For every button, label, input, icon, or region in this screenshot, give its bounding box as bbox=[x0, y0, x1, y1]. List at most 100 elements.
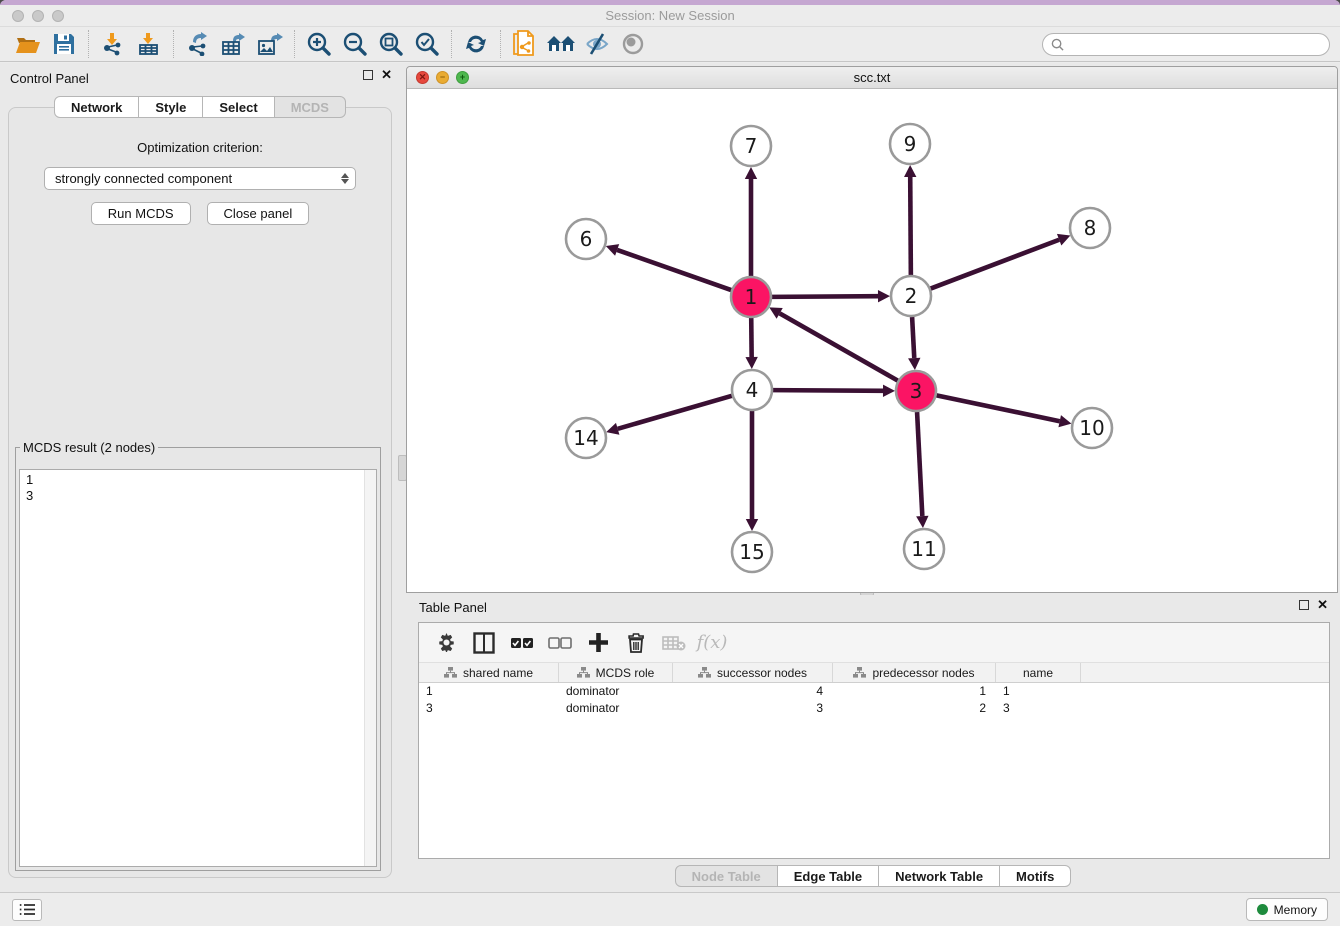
toolbar-separator bbox=[173, 30, 174, 58]
edge-4-14[interactable] bbox=[618, 396, 732, 429]
network-graph[interactable]: 7968124314101511 bbox=[407, 89, 1337, 592]
edge-3-1[interactable] bbox=[780, 313, 898, 380]
float-panel-icon[interactable] bbox=[363, 70, 373, 80]
import-table-icon bbox=[137, 32, 161, 56]
zoom-out-button[interactable] bbox=[337, 29, 373, 59]
export-image-button[interactable] bbox=[252, 29, 288, 59]
edge-arrowhead bbox=[904, 165, 916, 177]
show-columns-button[interactable] bbox=[467, 627, 501, 659]
table-cell[interactable]: dominator bbox=[559, 683, 673, 700]
zoom-selected-button[interactable] bbox=[409, 29, 445, 59]
table-cell[interactable]: 1 bbox=[996, 683, 1081, 700]
tab-edge-table[interactable]: Edge Table bbox=[778, 865, 879, 887]
first-neighbors-button[interactable] bbox=[543, 29, 579, 59]
tab-network-table[interactable]: Network Table bbox=[879, 865, 1000, 887]
network-canvas[interactable]: 7968124314101511 bbox=[407, 89, 1337, 592]
table-cell[interactable]: 3 bbox=[996, 700, 1081, 717]
eye-slash-icon bbox=[584, 32, 610, 56]
export-table-button[interactable] bbox=[216, 29, 252, 59]
table-tabs: Node TableEdge TableNetwork TableMotifs bbox=[406, 865, 1340, 887]
import-network-button[interactable] bbox=[95, 29, 131, 59]
tab-motifs[interactable]: Motifs bbox=[1000, 865, 1071, 887]
column-header-shared-name[interactable]: shared name bbox=[419, 663, 559, 682]
column-header-predecessor-nodes[interactable]: predecessor nodes bbox=[833, 663, 996, 682]
memory-button[interactable]: Memory bbox=[1246, 898, 1328, 921]
save-session-button[interactable] bbox=[46, 29, 82, 59]
close-panel-button[interactable]: Close panel bbox=[207, 202, 310, 225]
edge-arrowhead bbox=[745, 357, 757, 369]
show-hidden-button[interactable] bbox=[615, 29, 651, 59]
import-table-button[interactable] bbox=[131, 29, 167, 59]
column-header-MCDS-role[interactable]: MCDS role bbox=[559, 663, 673, 682]
search-input[interactable] bbox=[1069, 37, 1321, 51]
edge-3-10[interactable] bbox=[937, 395, 1060, 421]
edge-2-8[interactable] bbox=[931, 240, 1060, 289]
delete-table-button[interactable] bbox=[657, 627, 691, 659]
export-network-button[interactable] bbox=[180, 29, 216, 59]
select-all-button[interactable] bbox=[505, 627, 539, 659]
column-header-successor-nodes[interactable]: successor nodes bbox=[673, 663, 833, 682]
table-settings-button[interactable] bbox=[429, 627, 463, 659]
tab-network[interactable]: Network bbox=[54, 96, 139, 118]
zoom-fit-button[interactable] bbox=[373, 29, 409, 59]
zoom-in-button[interactable] bbox=[301, 29, 337, 59]
close-table-panel-icon[interactable]: ✕ bbox=[1317, 600, 1328, 610]
delete-table-icon bbox=[662, 635, 686, 651]
float-table-panel-icon[interactable] bbox=[1299, 600, 1309, 610]
run-mcds-button[interactable]: Run MCDS bbox=[91, 202, 191, 225]
clone-network-button[interactable] bbox=[507, 29, 543, 59]
optimization-criterion-label: Optimization criterion: bbox=[9, 140, 391, 155]
search-field[interactable] bbox=[1042, 33, 1330, 56]
function-builder-button[interactable]: f(x) bbox=[695, 627, 729, 659]
control-panel: Control Panel ✕ NetworkStyleSelectMCDS O… bbox=[0, 63, 400, 892]
plus-icon bbox=[589, 633, 608, 652]
optimization-criterion-dropdown[interactable]: strongly connected component bbox=[44, 167, 356, 190]
close-panel-icon[interactable]: ✕ bbox=[381, 70, 392, 80]
table-cell[interactable]: 2 bbox=[833, 700, 996, 717]
status-bar: Memory bbox=[0, 892, 1340, 926]
table-cell[interactable]: 3 bbox=[419, 700, 559, 717]
export-table-icon bbox=[221, 32, 247, 56]
column-label: shared name bbox=[463, 666, 533, 680]
control-panel-tabs: NetworkStyleSelectMCDS bbox=[0, 96, 400, 118]
network-window-titlebar[interactable]: ✕ − + scc.txt bbox=[407, 67, 1337, 89]
table-body: 1dominator4113dominator323 bbox=[419, 683, 1329, 717]
hide-selected-button[interactable] bbox=[579, 29, 615, 59]
tab-node-table[interactable]: Node Table bbox=[675, 865, 778, 887]
table-cell[interactable]: 4 bbox=[673, 683, 833, 700]
edge-2-3[interactable] bbox=[912, 317, 914, 358]
tab-select[interactable]: Select bbox=[203, 96, 274, 118]
mcds-result-list[interactable]: 13 bbox=[19, 469, 377, 867]
result-scrollbar[interactable] bbox=[364, 470, 376, 866]
open-session-button[interactable] bbox=[10, 29, 46, 59]
table-cell[interactable]: 1 bbox=[833, 683, 996, 700]
tab-mcds[interactable]: MCDS bbox=[275, 96, 346, 118]
table-cell[interactable]: 3 bbox=[673, 700, 833, 717]
zoom-fit-icon bbox=[378, 31, 404, 57]
export-network-icon bbox=[185, 32, 211, 56]
apply-layout-button[interactable] bbox=[458, 29, 494, 59]
edge-2-9[interactable] bbox=[910, 177, 911, 275]
task-history-button[interactable] bbox=[12, 899, 42, 921]
table-cell[interactable]: 1 bbox=[419, 683, 559, 700]
node-label-7: 7 bbox=[745, 134, 758, 158]
table-row[interactable]: 3dominator323 bbox=[419, 700, 1329, 717]
edge-4-3[interactable] bbox=[773, 390, 883, 391]
edge-1-6[interactable] bbox=[617, 250, 731, 290]
unselect-all-button[interactable] bbox=[543, 627, 577, 659]
table-cell[interactable]: dominator bbox=[559, 700, 673, 717]
delete-column-button[interactable] bbox=[619, 627, 653, 659]
table-row[interactable]: 1dominator411 bbox=[419, 683, 1329, 700]
edge-1-2[interactable] bbox=[772, 296, 878, 297]
tab-style[interactable]: Style bbox=[139, 96, 203, 118]
dropdown-stepper-icon bbox=[341, 173, 349, 184]
column-label: predecessor nodes bbox=[872, 666, 974, 680]
edge-3-11[interactable] bbox=[917, 412, 922, 516]
import-network-icon bbox=[101, 32, 125, 56]
column-label: name bbox=[1023, 666, 1053, 680]
node-label-3: 3 bbox=[910, 379, 923, 403]
mcds-result-box: MCDS result (2 nodes) 13 bbox=[15, 440, 381, 871]
column-header-name[interactable]: name bbox=[996, 663, 1081, 682]
column-label: successor nodes bbox=[717, 666, 807, 680]
create-column-button[interactable] bbox=[581, 627, 615, 659]
